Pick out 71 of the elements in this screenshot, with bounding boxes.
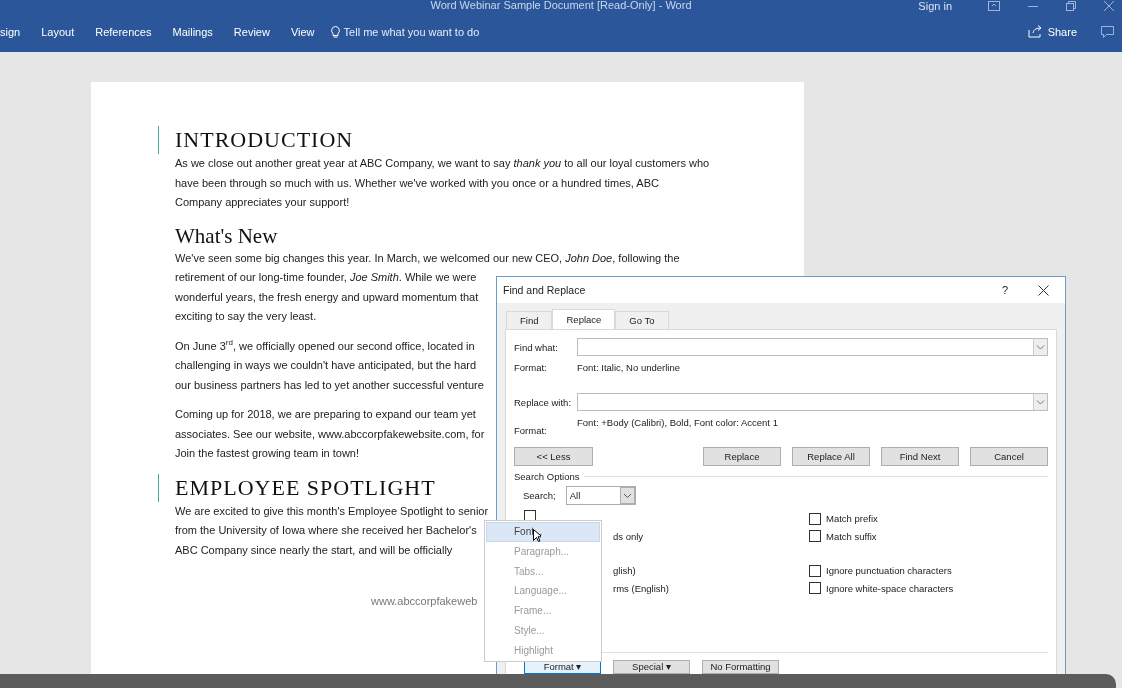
field-label: Find what: [514, 341, 559, 353]
window-title: Word Webinar Sample Document [Read-Only] - Word [430, 0, 692, 13]
option-label: Ignore white-space characters [826, 582, 954, 594]
ribbon-tab[interactable]: sign [0, 23, 31, 40]
dialog-title: Find and Replace [503, 284, 586, 296]
ribbon-tab[interactable]: Layout [30, 23, 85, 40]
text-line: our business partners has led to yet another successful venture [175, 377, 484, 393]
text-line: Join the fastest growing team in town! [175, 446, 360, 461]
dialog-button[interactable]: Find Next [881, 447, 959, 466]
checkbox[interactable] [809, 582, 821, 595]
less-button[interactable]: << Less [514, 447, 593, 466]
format-value: Font: +Body (Calibri), Bold, Font color: Accent 1 [577, 417, 778, 428]
format-label: Format: [514, 362, 548, 373]
text-line: We've seen some big changes this year. In March, we welcomed our new CEO, John Doe, following the [175, 250, 680, 266]
checkbox[interactable] [809, 512, 821, 525]
text-line: ABC Company since nearly the start, and will be officially [175, 542, 453, 558]
search-dropdown[interactable]: All [565, 486, 636, 505]
ribbon-tab[interactable]: View [279, 23, 325, 40]
text-line: As we close out another great year at ABC Company, we want to say thank you to all our loyal customers who [175, 156, 710, 171]
replace-with-field[interactable] [577, 393, 1048, 411]
footer-text: www.abccorpfakeweb [371, 595, 479, 607]
comment-icon[interactable] [1101, 25, 1114, 38]
heading: EMPLOYEE SPOTLIGHT [175, 473, 436, 502]
dialog-tab[interactable]: Go To [615, 311, 669, 329]
option-label: ds only [613, 530, 644, 542]
option-label: rms (English) [613, 582, 669, 594]
help-button[interactable]: ? [1001, 284, 1008, 296]
lightbulb-icon[interactable] [330, 25, 340, 38]
text-line: associates. See our website, www.abccorpfakewebsite.com, for [175, 426, 485, 442]
dialog-button[interactable]: Cancel [970, 447, 1048, 466]
search-label: Search; [523, 490, 556, 501]
text-line: challenging in ways we couldn't have anticipated, but the hard [175, 358, 477, 373]
dialog-button[interactable]: Special ▾ [613, 660, 690, 674]
text-line: retirement of our long-time founder, Joe Smith. While we were [175, 270, 477, 285]
text-line: wonderful years, the fresh energy and upward momentum that [175, 289, 479, 305]
share-button[interactable]: Share [1027, 25, 1077, 38]
share-icon[interactable] [1027, 25, 1042, 38]
text-line: exciting to say the very least. [175, 309, 317, 324]
restore-icon[interactable] [1066, 1, 1076, 11]
dialog-tab[interactable]: Find [506, 311, 553, 329]
tell-me-search[interactable]: Tell me what you want to do [330, 25, 480, 38]
option-label: Match prefix [826, 513, 878, 525]
ribbon-tab[interactable]: Mailings [161, 23, 223, 40]
dialog-tab[interactable]: Replace [552, 309, 616, 329]
ribbon-tab[interactable]: References [84, 23, 162, 40]
ribbon-tab[interactable]: Review [222, 23, 280, 40]
heading: What's New [175, 222, 278, 249]
checkbox[interactable] [524, 510, 536, 521]
format-value: Font: Italic, No underline [577, 362, 680, 373]
text-line: Company appreciates your support! [175, 195, 350, 210]
text-line: have been through so much with us. Whether we've worked with you once or a hundred times, ABC [175, 175, 659, 191]
find-what-field[interactable] [577, 338, 1048, 356]
heading: INTRODUCTION [175, 126, 354, 154]
text-line: On June 3$^{rd}$, we officially opened our second office, located in [175, 336, 475, 354]
field-label: Replace with: [514, 396, 573, 408]
dialog-button[interactable]: No Formatting [702, 660, 779, 674]
format-label: Format: [514, 424, 548, 436]
option-label: glish) [613, 565, 636, 577]
text-line: from the University of Iowa where she received her Bachelor's [175, 523, 477, 538]
section-label: Search Options [514, 471, 580, 482]
option-label: Ignore punctuation characters [826, 565, 952, 577]
text-line: We are excited to give this month's Employee Spotlight to senior [175, 503, 489, 519]
close-icon[interactable] [1038, 284, 1049, 296]
dialog-button[interactable]: Replace [703, 447, 781, 466]
dialog-button[interactable]: Replace All [792, 447, 870, 466]
text-line: Coming up for 2018, we are preparing to expand our team yet [175, 407, 476, 422]
sign-in-link[interactable]: Sign in [918, 0, 952, 12]
option-label: Match suffix [826, 530, 877, 542]
ribbon-display-icon[interactable] [988, 1, 1000, 11]
checkbox[interactable] [809, 564, 821, 577]
checkbox[interactable] [809, 530, 821, 543]
